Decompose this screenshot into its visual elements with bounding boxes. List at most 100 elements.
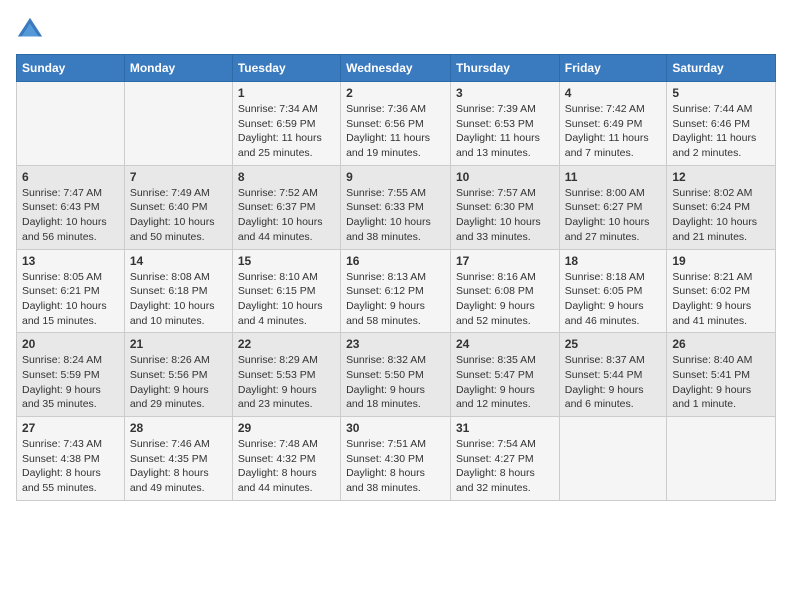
calendar-cell: 22 Sunrise: 8:29 AM Sunset: 5:53 PM Dayli… [232, 333, 340, 417]
cell-content: Sunrise: 8:02 AM Sunset: 6:24 PM Dayligh… [672, 186, 770, 245]
cell-content: Sunrise: 7:51 AM Sunset: 4:30 PM Dayligh… [346, 437, 445, 496]
header-day: Monday [124, 55, 232, 82]
day-number: 19 [672, 254, 770, 268]
cell-content: Sunrise: 8:21 AM Sunset: 6:02 PM Dayligh… [672, 270, 770, 329]
cell-content: Sunrise: 8:16 AM Sunset: 6:08 PM Dayligh… [456, 270, 554, 329]
day-number: 9 [346, 170, 445, 184]
calendar-cell: 29 Sunrise: 7:48 AM Sunset: 4:32 PM Dayli… [232, 417, 340, 501]
day-number: 31 [456, 421, 554, 435]
cell-content: Sunrise: 8:13 AM Sunset: 6:12 PM Dayligh… [346, 270, 445, 329]
logo [16, 16, 48, 44]
cell-content: Sunrise: 7:49 AM Sunset: 6:40 PM Dayligh… [130, 186, 227, 245]
cell-content: Sunrise: 8:00 AM Sunset: 6:27 PM Dayligh… [565, 186, 662, 245]
calendar-cell: 21Sunrise: 8:26 AM Sunset: 5:56 PM Dayli… [124, 333, 232, 417]
day-number: 13 [22, 254, 119, 268]
day-number: 22 [238, 337, 335, 351]
day-number: 18 [565, 254, 662, 268]
calendar-cell [124, 82, 232, 166]
calendar-cell: 4 Sunrise: 7:42 AM Sunset: 6:49 PM Daylig… [559, 82, 667, 166]
day-number: 16 [346, 254, 445, 268]
header-day: Sunday [17, 55, 125, 82]
calendar-cell: 5 Sunrise: 7:44 AM Sunset: 6:46 PM Daylig… [667, 82, 776, 166]
day-number: 10 [456, 170, 554, 184]
cell-content: Sunrise: 8:35 AM Sunset: 5:47 PM Dayligh… [456, 353, 554, 412]
cell-content: Sunrise: 7:43 AM Sunset: 4:38 PM Dayligh… [22, 437, 119, 496]
calendar-table: SundayMondayTuesdayWednesdayThursdayFrid… [16, 54, 776, 501]
day-number: 8 [238, 170, 335, 184]
calendar-cell: 3 Sunrise: 7:39 AM Sunset: 6:53 PM Daylig… [450, 82, 559, 166]
calendar-cell: 27 Sunrise: 7:43 AM Sunset: 4:38 PM Dayli… [17, 417, 125, 501]
day-number: 25 [565, 337, 662, 351]
cell-content: Sunrise: 7:47 AM Sunset: 6:43 PM Dayligh… [22, 186, 119, 245]
header-day: Tuesday [232, 55, 340, 82]
calendar-cell: 16 Sunrise: 8:13 AM Sunset: 6:12 PM Dayli… [341, 249, 451, 333]
cell-content: Sunrise: 8:18 AM Sunset: 6:05 PM Dayligh… [565, 270, 662, 329]
day-number: 6 [22, 170, 119, 184]
cell-content: Sunrise: 8:24 AM Sunset: 5:59 PM Dayligh… [22, 353, 119, 412]
calendar-cell: 18 Sunrise: 8:18 AM Sunset: 6:05 PM Dayli… [559, 249, 667, 333]
cell-content: Sunrise: 7:34 AM Sunset: 6:59 PM Dayligh… [238, 102, 335, 161]
calendar-cell: 2 Sunrise: 7:36 AM Sunset: 6:56 PM Daylig… [341, 82, 451, 166]
day-number: 26 [672, 337, 770, 351]
calendar-cell: 8 Sunrise: 7:52 AM Sunset: 6:37 PM Daylig… [232, 165, 340, 249]
cell-content: Sunrise: 7:54 AM Sunset: 4:27 PM Dayligh… [456, 437, 554, 496]
calendar-cell: 1 Sunrise: 7:34 AM Sunset: 6:59 PM Daylig… [232, 82, 340, 166]
calendar-week-row: 6 Sunrise: 7:47 AM Sunset: 6:43 PM Daylig… [17, 165, 776, 249]
day-number: 21 [130, 337, 227, 351]
day-number: 12 [672, 170, 770, 184]
calendar-cell: 9 Sunrise: 7:55 AM Sunset: 6:33 PM Daylig… [341, 165, 451, 249]
cell-content: Sunrise: 8:05 AM Sunset: 6:21 PM Dayligh… [22, 270, 119, 329]
calendar-cell: 10 Sunrise: 7:57 AM Sunset: 6:30 PM Dayli… [450, 165, 559, 249]
logo-icon [16, 16, 44, 44]
day-number: 20 [22, 337, 119, 351]
day-number: 1 [238, 86, 335, 100]
cell-content: Sunrise: 7:42 AM Sunset: 6:49 PM Dayligh… [565, 102, 662, 161]
calendar-cell: 30Sunrise: 7:51 AM Sunset: 4:30 PM Dayli… [341, 417, 451, 501]
calendar-cell: 19 Sunrise: 8:21 AM Sunset: 6:02 PM Dayli… [667, 249, 776, 333]
calendar-cell [17, 82, 125, 166]
calendar-cell: 26 Sunrise: 8:40 AM Sunset: 5:41 PM Dayli… [667, 333, 776, 417]
cell-content: Sunrise: 7:39 AM Sunset: 6:53 PM Dayligh… [456, 102, 554, 161]
day-number: 2 [346, 86, 445, 100]
calendar-cell: 17 Sunrise: 8:16 AM Sunset: 6:08 PM Dayli… [450, 249, 559, 333]
calendar-cell: 25Sunrise: 8:37 AM Sunset: 5:44 PM Dayli… [559, 333, 667, 417]
cell-content: Sunrise: 7:57 AM Sunset: 6:30 PM Dayligh… [456, 186, 554, 245]
day-number: 28 [130, 421, 227, 435]
calendar-cell: 12 Sunrise: 8:02 AM Sunset: 6:24 PM Dayli… [667, 165, 776, 249]
cell-content: Sunrise: 8:10 AM Sunset: 6:15 PM Dayligh… [238, 270, 335, 329]
day-number: 27 [22, 421, 119, 435]
calendar-cell: 28 Sunrise: 7:46 AM Sunset: 4:35 PM Dayli… [124, 417, 232, 501]
day-number: 3 [456, 86, 554, 100]
cell-content: Sunrise: 7:52 AM Sunset: 6:37 PM Dayligh… [238, 186, 335, 245]
header-day: Friday [559, 55, 667, 82]
calendar-cell [559, 417, 667, 501]
calendar-cell: 7Sunrise: 7:49 AM Sunset: 6:40 PM Daylig… [124, 165, 232, 249]
calendar-cell: 20 Sunrise: 8:24 AM Sunset: 5:59 PM Dayli… [17, 333, 125, 417]
calendar-cell: 6 Sunrise: 7:47 AM Sunset: 6:43 PM Daylig… [17, 165, 125, 249]
day-number: 17 [456, 254, 554, 268]
calendar-cell: 14 Sunrise: 8:08 AM Sunset: 6:18 PM Dayli… [124, 249, 232, 333]
day-number: 14 [130, 254, 227, 268]
day-number: 29 [238, 421, 335, 435]
cell-content: Sunrise: 7:55 AM Sunset: 6:33 PM Dayligh… [346, 186, 445, 245]
cell-content: Sunrise: 7:46 AM Sunset: 4:35 PM Dayligh… [130, 437, 227, 496]
day-number: 23 [346, 337, 445, 351]
calendar-week-row: 27 Sunrise: 7:43 AM Sunset: 4:38 PM Dayli… [17, 417, 776, 501]
calendar-header-row: SundayMondayTuesdayWednesdayThursdayFrid… [17, 55, 776, 82]
cell-content: Sunrise: 7:48 AM Sunset: 4:32 PM Dayligh… [238, 437, 335, 496]
cell-content: Sunrise: 8:32 AM Sunset: 5:50 PM Dayligh… [346, 353, 445, 412]
calendar-week-row: 1 Sunrise: 7:34 AM Sunset: 6:59 PM Daylig… [17, 82, 776, 166]
cell-content: Sunrise: 8:40 AM Sunset: 5:41 PM Dayligh… [672, 353, 770, 412]
header-day: Saturday [667, 55, 776, 82]
cell-content: Sunrise: 8:29 AM Sunset: 5:53 PM Dayligh… [238, 353, 335, 412]
calendar-cell: 11 Sunrise: 8:00 AM Sunset: 6:27 PM Dayli… [559, 165, 667, 249]
header-day: Wednesday [341, 55, 451, 82]
header-day: Thursday [450, 55, 559, 82]
cell-content: Sunrise: 7:44 AM Sunset: 6:46 PM Dayligh… [672, 102, 770, 161]
day-number: 11 [565, 170, 662, 184]
day-number: 5 [672, 86, 770, 100]
calendar-cell: 15Sunrise: 8:10 AM Sunset: 6:15 PM Dayli… [232, 249, 340, 333]
cell-content: Sunrise: 8:08 AM Sunset: 6:18 PM Dayligh… [130, 270, 227, 329]
cell-content: Sunrise: 7:36 AM Sunset: 6:56 PM Dayligh… [346, 102, 445, 161]
day-number: 4 [565, 86, 662, 100]
